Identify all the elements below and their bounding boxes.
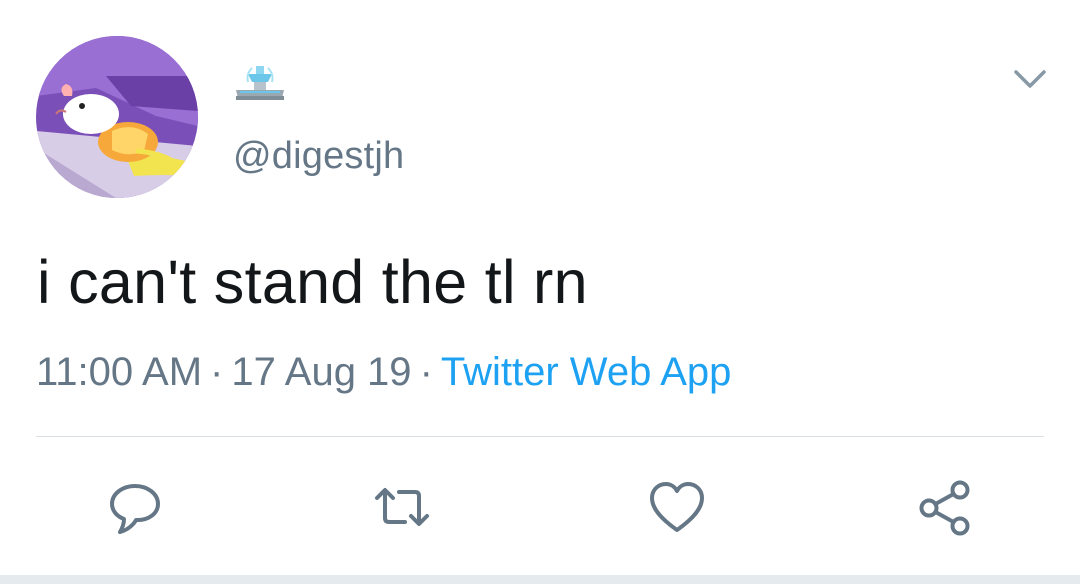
tweet-text: i can't stand the tl rn — [37, 248, 588, 316]
fountain-emoji-icon — [232, 64, 288, 104]
tweet-meta: 11:00 AM · 17 Aug 19 · Twitter Web App — [36, 348, 731, 396]
bottom-border — [0, 575, 1080, 584]
tweet-date: 17 Aug 19 — [231, 350, 412, 394]
reply-button[interactable] — [104, 476, 166, 538]
heart-icon — [650, 482, 704, 532]
reply-icon — [110, 484, 160, 534]
chevron-down-icon[interactable] — [1012, 66, 1048, 92]
divider — [36, 436, 1044, 437]
retweet-button[interactable] — [371, 476, 433, 538]
user-handle[interactable]: @digestjh — [233, 133, 404, 179]
like-button[interactable] — [646, 476, 708, 538]
avatar[interactable] — [36, 36, 198, 198]
tweet-time: 11:00 AM — [36, 350, 203, 394]
separator-dot: · — [210, 350, 224, 394]
share-button[interactable] — [913, 476, 975, 538]
tweet-card: @digestjh i can't stand the tl rn 11:00 … — [0, 0, 1080, 584]
retweet-icon — [375, 488, 429, 526]
share-icon — [919, 480, 970, 536]
tweet-source-link[interactable]: Twitter Web App — [441, 350, 732, 394]
separator-dot: · — [419, 350, 433, 394]
